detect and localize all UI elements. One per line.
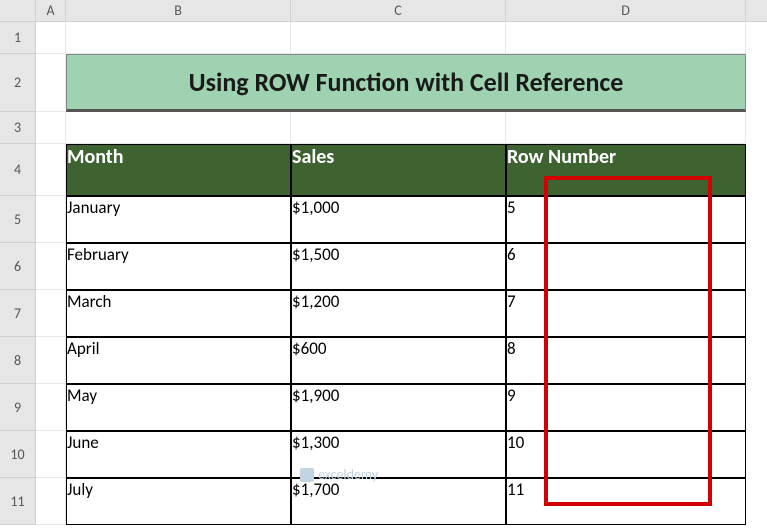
cell-month[interactable]: April [66,337,291,384]
row-header-9[interactable]: 9 [0,384,35,431]
cell-sales[interactable]: $1,900 [291,384,506,431]
row-headers: 1 2 3 4 5 6 7 8 9 10 11 [0,22,36,525]
cell-A9[interactable] [36,384,66,431]
row-header-7[interactable]: 7 [0,290,35,337]
cell-rownum[interactable]: 11 [506,478,746,525]
col-header-A[interactable]: A [36,0,66,21]
row-header-3[interactable]: 3 [0,112,35,144]
table-row: May $1,900 9 [36,384,746,431]
cell-rownum[interactable]: 9 [506,384,746,431]
header-month[interactable]: Month [66,144,291,196]
table-row: January $1,000 5 [36,196,746,243]
cell-C1[interactable] [291,22,506,54]
cell-month[interactable]: July [66,478,291,525]
watermark: exceldemy [300,466,378,483]
col-header-B[interactable]: B [66,0,291,21]
col-header-D[interactable]: D [506,0,746,21]
table-row: March $1,200 7 [36,290,746,337]
row-header-2[interactable]: 2 [0,54,35,112]
cell-month[interactable]: June [66,431,291,478]
cell-sales[interactable]: $1,700 [291,478,506,525]
row-header-6[interactable]: 6 [0,243,35,290]
cell-sales[interactable]: $1,500 [291,243,506,290]
watermark-icon [300,468,314,482]
cell-D3[interactable] [506,112,746,144]
row-header-5[interactable]: 5 [0,196,35,243]
watermark-text: exceldemy [318,466,378,483]
cell-sales[interactable]: $1,200 [291,290,506,337]
cell-A8[interactable] [36,337,66,384]
cell-A11[interactable] [36,478,66,525]
cell-month[interactable]: February [66,243,291,290]
header-rownum[interactable]: Row Number [506,144,746,196]
cell-month[interactable]: May [66,384,291,431]
spreadsheet-grid: A B C D 1 2 3 4 5 6 7 8 9 10 11 Using RO… [0,0,767,528]
cell-B3[interactable] [66,112,291,144]
cell-rownum[interactable]: 8 [506,337,746,384]
select-all-corner[interactable] [0,0,36,21]
cell-rownum[interactable]: 5 [506,196,746,243]
cell-rownum[interactable]: 6 [506,243,746,290]
column-headers: A B C D [0,0,767,22]
cell-C3[interactable] [291,112,506,144]
cell-A10[interactable] [36,431,66,478]
cell-rownum[interactable]: 7 [506,290,746,337]
cell-A2[interactable] [36,54,66,112]
cell-A7[interactable] [36,290,66,337]
row-header-8[interactable]: 8 [0,337,35,384]
row-header-4[interactable]: 4 [0,144,35,196]
sheet-cells: Using ROW Function with Cell Reference M… [36,22,746,525]
cell-A4[interactable] [36,144,66,196]
cell-A1[interactable] [36,22,66,54]
row-header-1[interactable]: 1 [0,22,35,54]
cell-rownum[interactable]: 10 [506,431,746,478]
title-cell[interactable]: Using ROW Function with Cell Reference [66,54,746,112]
table-row: June $1,300 10 [36,431,746,478]
cell-sales[interactable]: $600 [291,337,506,384]
cell-D1[interactable] [506,22,746,54]
cell-A3[interactable] [36,112,66,144]
table-row: July $1,700 11 [36,478,746,525]
header-sales[interactable]: Sales [291,144,506,196]
table-row: February $1,500 6 [36,243,746,290]
table-row: April $600 8 [36,337,746,384]
row-header-10[interactable]: 10 [0,431,35,478]
cell-month[interactable]: January [66,196,291,243]
cell-sales[interactable]: $1,000 [291,196,506,243]
row-header-11[interactable]: 11 [0,478,35,525]
cell-month[interactable]: March [66,290,291,337]
cell-A5[interactable] [36,196,66,243]
cell-B1[interactable] [66,22,291,54]
cell-A6[interactable] [36,243,66,290]
col-header-C[interactable]: C [291,0,506,21]
